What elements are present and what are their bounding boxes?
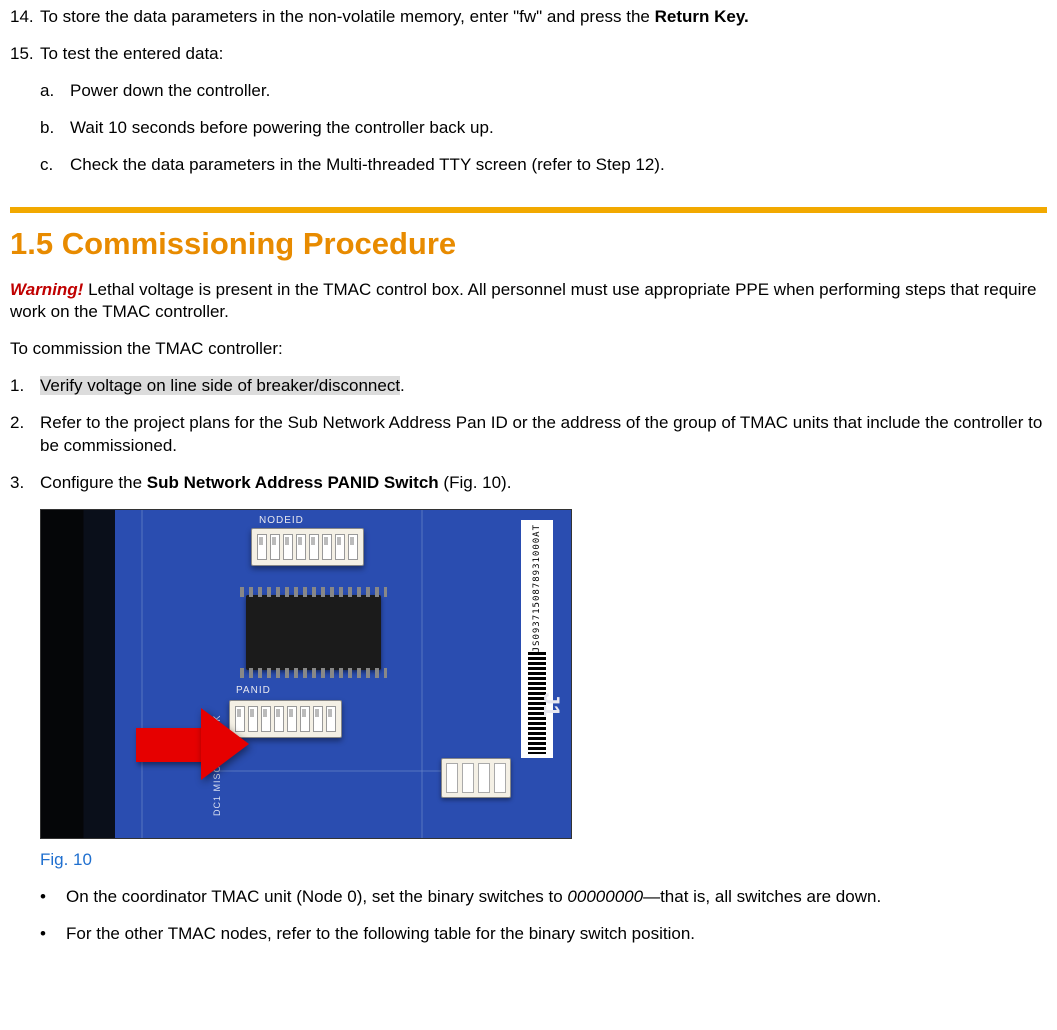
step-14: 14. To store the data parameters in the … xyxy=(10,6,1047,29)
warning-label: Warning! xyxy=(10,280,83,299)
bullet-text: For the other TMAC nodes, refer to the f… xyxy=(66,923,695,946)
bullet-text: On the coordinator TMAC unit (Node 0), s… xyxy=(66,886,881,909)
figure-caption: Fig. 10 xyxy=(40,849,1047,872)
step-text: Refer to the project plans for the Sub N… xyxy=(40,412,1047,458)
section-divider xyxy=(10,207,1047,213)
sub-text: Wait 10 seconds before powering the cont… xyxy=(70,117,494,140)
panid-switch-bold: Sub Network Address PANID Switch xyxy=(147,473,439,492)
red-arrow-icon xyxy=(136,728,206,762)
panid-label: PANID xyxy=(236,684,271,698)
red-arrow-icon xyxy=(201,708,249,780)
step-15b: b. Wait 10 seconds before powering the c… xyxy=(40,117,1047,140)
nodeid-label: NODEID xyxy=(259,514,304,528)
text: (Fig. 10). xyxy=(439,473,512,492)
step-number: 15. xyxy=(10,43,40,66)
step-15: 15. To test the entered data: xyxy=(10,43,1047,66)
sub-letter: b. xyxy=(40,117,70,140)
warning-paragraph: Warning! Lethal voltage is present in th… xyxy=(10,279,1047,325)
pcb-trace xyxy=(141,510,143,838)
sub-letter: a. xyxy=(40,80,70,103)
pcb-trace xyxy=(421,510,423,838)
warning-text: Lethal voltage is present in the TMAC co… xyxy=(10,280,1037,322)
step-number: 14. xyxy=(10,6,40,29)
bullet-marker: • xyxy=(40,886,66,909)
step-3: 3. Configure the Sub Network Address PAN… xyxy=(10,472,1047,495)
text: —that is, all switches are down. xyxy=(643,887,881,906)
step-15c: c. Check the data parameters in the Mult… xyxy=(40,154,1047,177)
bullet-2: • For the other TMAC nodes, refer to the… xyxy=(40,923,1047,946)
step-number: 1. xyxy=(10,375,40,398)
section-heading: 1.5 Commissioning Procedure xyxy=(10,223,1047,265)
barcode-sticker: JS0937150878931000AT xyxy=(521,520,553,758)
step-text: To test the entered data: xyxy=(40,43,223,66)
figure-10-image: NODEID PANID JS0937150878931000AT J1 DC1… xyxy=(40,509,572,839)
step-1: 1. Verify voltage on line side of breake… xyxy=(10,375,1047,398)
text: On the coordinator TMAC unit (Node 0), s… xyxy=(66,887,567,906)
step-15a: a. Power down the controller. xyxy=(40,80,1047,103)
small-dipswitch xyxy=(441,758,511,798)
j1-label: J1 xyxy=(536,693,566,717)
text: . xyxy=(400,376,405,395)
text: Configure the xyxy=(40,473,147,492)
barcode-text: JS0937150878931000AT xyxy=(531,524,543,652)
intro-line: To commission the TMAC controller: xyxy=(10,338,1047,361)
highlighted-text: Verify voltage on line side of breaker/d… xyxy=(40,376,400,395)
step-text: Verify voltage on line side of breaker/d… xyxy=(40,375,405,398)
return-key-bold: Return Key. xyxy=(655,7,749,26)
ic-chip xyxy=(246,595,381,670)
bullet-marker: • xyxy=(40,923,66,946)
step-number: 2. xyxy=(10,412,40,458)
step-number: 3. xyxy=(10,472,40,495)
nodeid-dipswitch xyxy=(251,528,364,566)
step-2: 2. Refer to the project plans for the Su… xyxy=(10,412,1047,458)
sub-text: Check the data parameters in the Multi-t… xyxy=(70,154,665,177)
text: To store the data parameters in the non-… xyxy=(40,7,655,26)
sub-letter: c. xyxy=(40,154,70,177)
bullet-1: • On the coordinator TMAC unit (Node 0),… xyxy=(40,886,1047,909)
binary-value: 00000000 xyxy=(567,887,643,906)
step-text: Configure the Sub Network Address PANID … xyxy=(40,472,511,495)
sub-text: Power down the controller. xyxy=(70,80,270,103)
step-text: To store the data parameters in the non-… xyxy=(40,6,749,29)
